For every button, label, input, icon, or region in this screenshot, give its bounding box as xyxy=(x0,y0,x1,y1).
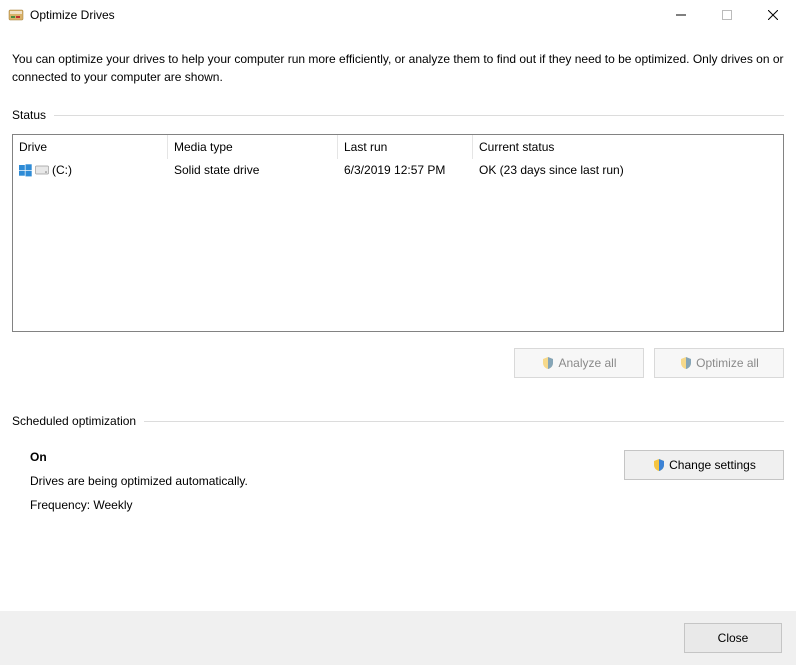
cell-status: OK (23 days since last run) xyxy=(473,163,783,177)
cell-drive: (C:) xyxy=(13,163,168,177)
cell-last: 6/3/2019 12:57 PM xyxy=(338,163,473,177)
shield-icon xyxy=(679,356,693,370)
drive-icon xyxy=(35,164,49,176)
minimize-button[interactable] xyxy=(658,0,704,30)
drive-table-header[interactable]: Drive Media type Last run Current status xyxy=(13,135,783,159)
window-controls xyxy=(658,0,796,30)
close-button[interactable] xyxy=(750,0,796,30)
column-status[interactable]: Current status xyxy=(473,135,783,159)
scheduled-section-header: Scheduled optimization xyxy=(12,414,784,428)
close-footer-button[interactable]: Close xyxy=(684,623,782,653)
app-icon xyxy=(8,7,24,23)
table-row[interactable]: (C:) Solid state drive 6/3/2019 12:57 PM… xyxy=(13,159,783,181)
cell-media: Solid state drive xyxy=(168,163,338,177)
optimize-all-label: Optimize all xyxy=(696,356,759,370)
column-media[interactable]: Media type xyxy=(168,135,338,159)
analyze-all-button: Analyze all xyxy=(514,348,644,378)
change-settings-label: Change settings xyxy=(669,458,756,472)
scheduled-state: On xyxy=(30,450,604,464)
maximize-button xyxy=(704,0,750,30)
scheduled-desc: Drives are being optimized automatically… xyxy=(30,474,604,488)
column-last[interactable]: Last run xyxy=(338,135,473,159)
column-drive[interactable]: Drive xyxy=(13,135,168,159)
drive-table[interactable]: Drive Media type Last run Current status xyxy=(12,134,784,332)
titlebar: Optimize Drives xyxy=(0,0,796,30)
divider xyxy=(54,115,784,116)
divider xyxy=(144,421,784,422)
scheduled-freq: Frequency: Weekly xyxy=(30,498,604,512)
analyze-all-label: Analyze all xyxy=(558,356,616,370)
windows-logo-icon xyxy=(19,164,32,177)
footer: Close xyxy=(0,611,796,665)
status-label: Status xyxy=(12,108,54,122)
intro-text: You can optimize your drives to help you… xyxy=(12,50,784,86)
shield-icon xyxy=(652,458,666,472)
scheduled-label: Scheduled optimization xyxy=(12,414,144,428)
window-title: Optimize Drives xyxy=(30,8,658,22)
close-label: Close xyxy=(718,631,749,645)
optimize-all-button: Optimize all xyxy=(654,348,784,378)
cell-drive-text: (C:) xyxy=(52,163,72,177)
shield-icon xyxy=(541,356,555,370)
status-section-header: Status xyxy=(12,108,784,122)
change-settings-button[interactable]: Change settings xyxy=(624,450,784,480)
